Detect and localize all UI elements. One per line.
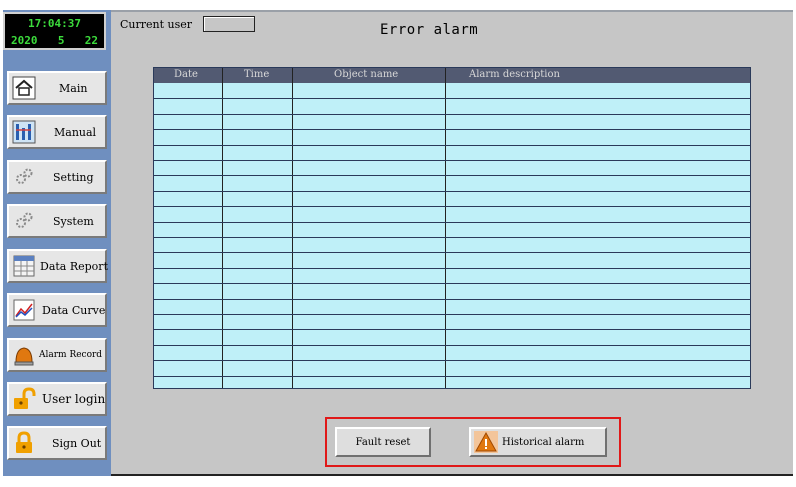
table-row: [154, 299, 750, 300]
alarm-table[interactable]: Date Time Object name Alarm description: [153, 67, 751, 389]
nav-data-report-label: Data Report: [40, 260, 108, 273]
table-row: [154, 160, 750, 161]
table-row: [154, 175, 750, 176]
page-title: Error alarm: [380, 22, 479, 38]
column-header-time: Time: [244, 69, 270, 80]
table-row: [154, 222, 750, 223]
nav-manual-button[interactable]: Manual: [7, 115, 107, 149]
nav-data-curve-button[interactable]: Data Curve: [7, 293, 107, 327]
gears-icon: [16, 168, 33, 184]
unlock-icon: [14, 387, 36, 409]
fault-reset-label: Fault reset: [355, 437, 411, 448]
curve-icon: [13, 299, 35, 321]
table-header: Date Time Object name Alarm description: [154, 68, 750, 83]
historical-alarm-button[interactable]: Historical alarm: [469, 427, 607, 457]
historical-alarm-label: Historical alarm: [502, 437, 585, 448]
nav-system-button[interactable]: System: [7, 204, 107, 238]
table-row: [154, 345, 750, 346]
nav-setting-label: Setting: [53, 171, 94, 184]
nav-sign-out-button[interactable]: Sign Out: [7, 426, 107, 460]
top-divider: [111, 10, 793, 12]
column-divider: [292, 68, 293, 388]
clock-month: 5: [57, 34, 65, 47]
column-divider: [445, 68, 446, 388]
clock-date: 2020 5 22: [11, 34, 98, 47]
gears-icon: [16, 212, 33, 228]
column-header-object-name: Object name: [334, 69, 399, 80]
table-row: [154, 237, 750, 238]
table-row: [154, 376, 750, 377]
nav-alarm-record-label: Alarm Record: [39, 350, 103, 360]
nav-main-label: Main: [59, 82, 88, 95]
nav-data-report-button[interactable]: Data Report: [7, 249, 108, 283]
table-row: [154, 191, 750, 192]
table-row: [154, 145, 750, 146]
clock-time: 17:04:37: [28, 17, 81, 30]
clock-year: 2020: [11, 34, 38, 47]
nav-main-button[interactable]: Main: [7, 71, 107, 105]
report-icon: [13, 255, 35, 277]
nav-alarm-record-button[interactable]: Alarm Record: [7, 338, 107, 372]
column-header-date: Date: [174, 69, 198, 80]
nav-data-curve-label: Data Curve: [42, 304, 106, 317]
nav-sign-out-label: Sign Out: [52, 437, 102, 450]
lock-icon: [16, 431, 32, 453]
nav-user-login-button[interactable]: User login: [7, 382, 107, 416]
warning-icon: [474, 431, 498, 453]
clock-day: 22: [84, 34, 98, 47]
table-row: [154, 98, 750, 99]
column-header-alarm-description: Alarm description: [469, 69, 560, 80]
bell-icon: [14, 347, 34, 366]
column-divider: [222, 68, 223, 388]
bottom-divider: [111, 474, 793, 476]
table-row: [154, 329, 750, 330]
nav-setting-button[interactable]: Setting: [7, 160, 107, 194]
hmi-screen: 17:04:37 2020 5 22 Main Manual Setting S…: [0, 0, 796, 487]
nav-system-label: System: [53, 215, 94, 228]
nav-manual-label: Manual: [54, 126, 97, 139]
current-user-field: [203, 16, 255, 32]
home-icon: [12, 76, 36, 100]
action-button-group: Fault reset Historical alarm: [325, 417, 621, 467]
manual-icon: [12, 120, 36, 144]
current-user-label: Current user: [120, 18, 193, 31]
table-row: [154, 252, 750, 253]
table-row: [154, 206, 750, 207]
clock-display: 17:04:37 2020 5 22: [3, 12, 106, 50]
table-row: [154, 268, 750, 269]
table-row: [154, 114, 750, 115]
table-row: [154, 314, 750, 315]
table-row: [154, 283, 750, 284]
fault-reset-button[interactable]: Fault reset: [335, 427, 431, 457]
nav-user-login-label: User login: [42, 392, 106, 406]
table-row: [154, 360, 750, 361]
table-row: [154, 129, 750, 130]
